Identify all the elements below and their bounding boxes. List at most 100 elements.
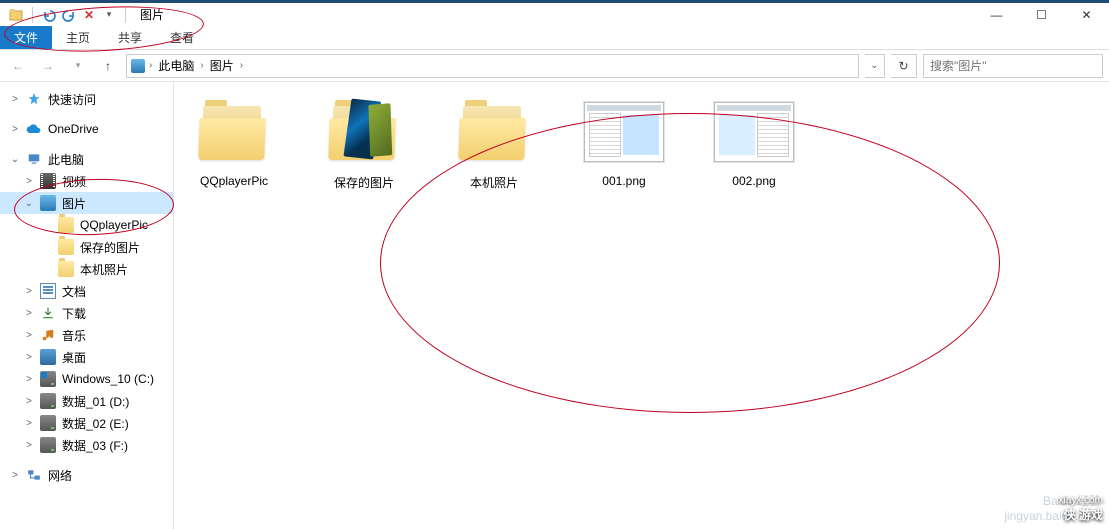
- expand-icon[interactable]: ⌄: [10, 154, 20, 165]
- file-item[interactable]: 002.png: [704, 96, 804, 188]
- navigation-pane[interactable]: > 快速访问 > OneDrive ⌄此电脑>视频⌄图片QQplayerPic保存的图片…: [0, 82, 174, 529]
- back-button[interactable]: ←: [6, 54, 30, 78]
- expand-icon[interactable]: >: [10, 94, 20, 105]
- tree-item-label: 文档: [62, 283, 86, 300]
- tree-item-label: 桌面: [62, 349, 86, 366]
- app-icon: [8, 7, 24, 23]
- tab-view[interactable]: 查看: [156, 26, 208, 49]
- pc-icon: [131, 59, 145, 73]
- tree-item[interactable]: > 网络: [0, 464, 173, 486]
- tab-home[interactable]: 主页: [52, 26, 104, 49]
- star-icon: [26, 91, 42, 107]
- chevron-icon[interactable]: ›: [149, 60, 152, 71]
- tree-item[interactable]: > Windows_10 (C:): [0, 368, 173, 390]
- expand-icon[interactable]: >: [10, 470, 20, 481]
- folder-icon: [199, 104, 269, 160]
- tree-item[interactable]: > 数据_02 (E:): [0, 412, 173, 434]
- tree-item[interactable]: ⌄图片: [0, 192, 173, 214]
- forward-button[interactable]: →: [36, 54, 60, 78]
- close-button[interactable]: ✕: [1064, 3, 1109, 26]
- breadcrumb-segment[interactable]: 此电脑: [154, 57, 198, 74]
- search-input[interactable]: [930, 59, 1096, 73]
- file-label: 001.png: [574, 174, 674, 188]
- title-bar: ✕ ▾ 图片 — ☐ ✕: [0, 3, 1109, 26]
- minimize-button[interactable]: —: [974, 3, 1019, 26]
- drive-icon: [40, 415, 56, 431]
- file-item[interactable]: QQplayerPic: [184, 96, 284, 188]
- breadcrumb-segment[interactable]: 图片: [206, 57, 238, 74]
- file-item[interactable]: 保存的图片: [314, 96, 414, 191]
- tree-item[interactable]: > 快速访问: [0, 88, 173, 110]
- up-button[interactable]: ↑: [96, 54, 120, 78]
- file-item[interactable]: 本机照片: [444, 96, 544, 191]
- expand-icon[interactable]: ⌄: [24, 198, 34, 209]
- drive-icon: [40, 393, 56, 409]
- thumbnail: [710, 96, 798, 168]
- window-controls: — ☐ ✕: [974, 3, 1109, 26]
- tree-item[interactable]: >视频: [0, 170, 173, 192]
- tree-item[interactable]: > 下载: [0, 302, 173, 324]
- tree-item[interactable]: > 文档: [0, 280, 173, 302]
- undo-icon[interactable]: [41, 7, 57, 23]
- expand-icon[interactable]: >: [10, 124, 20, 135]
- expand-icon[interactable]: >: [24, 396, 34, 407]
- expand-icon[interactable]: >: [24, 440, 34, 451]
- folder-icon: [329, 104, 399, 160]
- tree-item[interactable]: >数据_03 (F:): [0, 434, 173, 456]
- video-icon: [40, 173, 56, 189]
- expand-icon[interactable]: >: [24, 176, 34, 187]
- tab-share[interactable]: 共享: [104, 26, 156, 49]
- search-box[interactable]: [923, 54, 1103, 78]
- chevron-icon[interactable]: ›: [240, 60, 243, 71]
- desktop-icon: [40, 349, 56, 365]
- delete-icon[interactable]: ✕: [81, 7, 97, 23]
- tree-item[interactable]: > 音乐: [0, 324, 173, 346]
- expand-icon[interactable]: >: [24, 418, 34, 429]
- expand-icon[interactable]: >: [24, 308, 34, 319]
- tree-item[interactable]: > 数据_01 (D:): [0, 390, 173, 412]
- thumbnail: [190, 96, 278, 168]
- drive-icon: [40, 371, 56, 387]
- ribbon-tabs: 文件 主页 共享 查看: [0, 26, 1109, 50]
- expand-icon[interactable]: >: [24, 330, 34, 341]
- music-icon: [40, 327, 56, 343]
- tree-item[interactable]: > OneDrive: [0, 118, 173, 140]
- tree-item[interactable]: QQplayerPic: [0, 214, 173, 236]
- expand-icon[interactable]: >: [24, 374, 34, 385]
- tree-item[interactable]: 本机照片: [0, 258, 173, 280]
- file-item[interactable]: 001.png: [574, 96, 674, 188]
- redo-icon[interactable]: [61, 7, 77, 23]
- maximize-button[interactable]: ☐: [1019, 3, 1064, 26]
- content-pane[interactable]: QQplayerPic 保存的图片 本机照片 001.png 002.png: [174, 82, 1109, 529]
- image-thumbnail: [714, 102, 794, 162]
- tree-item[interactable]: ⌄此电脑: [0, 148, 173, 170]
- tree-item-label: 数据_01 (D:): [62, 393, 129, 410]
- tree-item-label: Windows_10 (C:): [62, 372, 154, 386]
- window-title: 图片: [140, 6, 164, 23]
- net-icon: [26, 467, 42, 483]
- thumbnail: [320, 96, 408, 168]
- tree-item-label: 快速访问: [48, 91, 96, 108]
- tree-item-label: 网络: [48, 467, 72, 484]
- tab-file[interactable]: 文件: [0, 26, 52, 49]
- tree-item[interactable]: > 桌面: [0, 346, 173, 368]
- tree-item[interactable]: 保存的图片: [0, 236, 173, 258]
- tree-item-label: OneDrive: [48, 122, 99, 136]
- pc-icon: [26, 151, 42, 167]
- file-label: 本机照片: [444, 174, 544, 191]
- recent-dropdown[interactable]: ▾: [66, 54, 90, 78]
- tree-item-label: 数据_02 (E:): [62, 415, 129, 432]
- address-bar-row: ← → ▾ ↑ › 此电脑 › 图片 › ⌄ ↻: [0, 50, 1109, 82]
- file-label: 保存的图片: [314, 174, 414, 191]
- address-dropdown[interactable]: ⌄: [865, 54, 885, 78]
- breadcrumb[interactable]: › 此电脑 › 图片 ›: [126, 54, 859, 78]
- divider: [32, 7, 33, 23]
- refresh-button[interactable]: ↻: [891, 54, 917, 78]
- qat-dropdown-icon[interactable]: ▾: [101, 7, 117, 23]
- expand-icon[interactable]: >: [24, 352, 34, 363]
- tree-item-label: 下载: [62, 305, 86, 322]
- expand-icon[interactable]: >: [24, 286, 34, 297]
- chevron-icon[interactable]: ›: [200, 60, 203, 71]
- tree-item-label: 音乐: [62, 327, 86, 344]
- doc-icon: [40, 283, 56, 299]
